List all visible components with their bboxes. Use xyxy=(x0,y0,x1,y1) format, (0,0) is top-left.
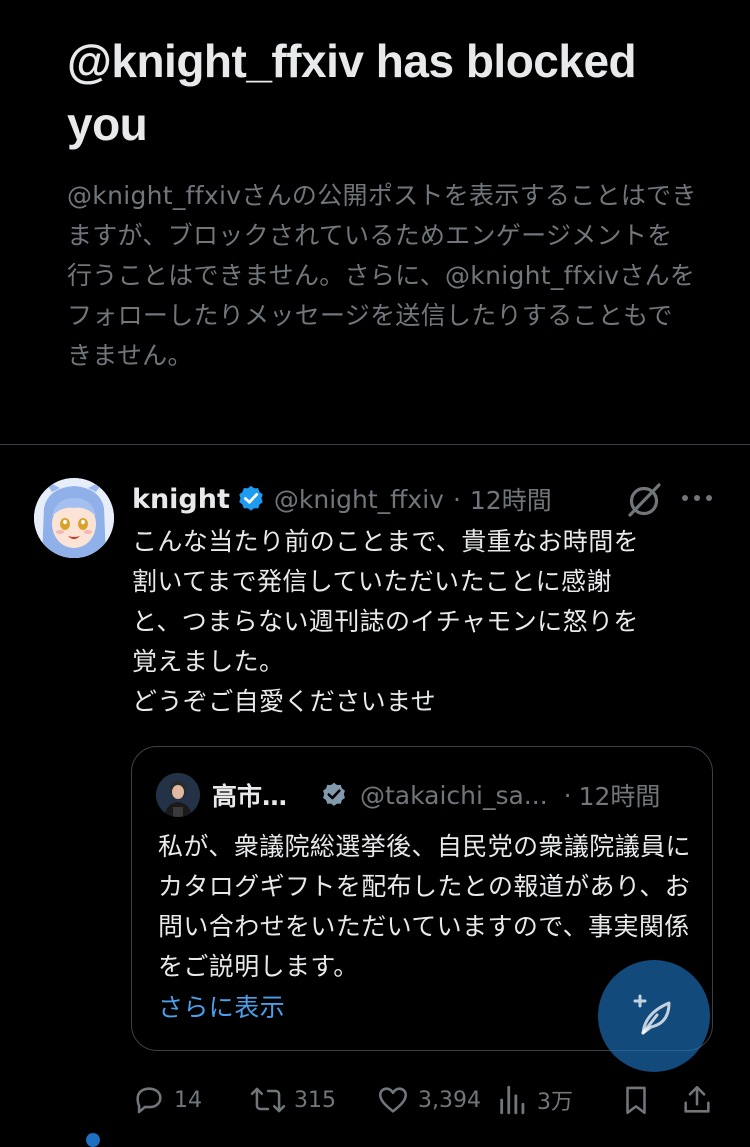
handle[interactable]: @knight_ffxiv xyxy=(274,485,444,514)
repost-count: 315 xyxy=(294,1087,336,1113)
show-more-link[interactable]: さらに表示 xyxy=(158,988,285,1028)
reply-button[interactable]: 14 xyxy=(132,1078,202,1122)
blocked-title: @knight_ffxiv has blocked you xyxy=(67,35,637,150)
views-icon xyxy=(500,1085,525,1115)
tweet-header: knight @knight_ffxiv · 12時間 xyxy=(132,478,552,520)
verified-badge-icon[interactable] xyxy=(236,484,266,514)
more-icon[interactable] xyxy=(680,486,714,510)
repost-button[interactable]: 315 xyxy=(250,1078,336,1122)
display-name[interactable]: knight xyxy=(132,484,230,515)
reply-icon xyxy=(136,1087,162,1114)
share-icon xyxy=(684,1085,710,1113)
quote-text: 私が、衆議院総選挙後、自民党の衆議院議員にカタログギフトを配布したとの報道があり… xyxy=(158,832,691,981)
bookmark-icon xyxy=(626,1086,646,1115)
repost-icon xyxy=(250,1087,286,1113)
quote-verified-badge-icon xyxy=(320,781,348,809)
tweet-actions: 14 315 3,394 3万 xyxy=(0,1078,750,1122)
grok-icon[interactable] xyxy=(624,480,664,520)
quote-display-name[interactable]: 高市… xyxy=(212,777,312,813)
separator-dot: · xyxy=(452,484,461,514)
views-count: 3万 xyxy=(537,1090,573,1115)
tweet-text: こんな当たり前のことまで、貴重なお時間を 割いてまで発信していただいたことに感謝… xyxy=(132,527,640,716)
timestamp[interactable]: 12時間 xyxy=(470,481,552,517)
quote-separator-dot: · xyxy=(563,780,572,810)
quote-handle[interactable]: @takaichi_sa... xyxy=(360,781,548,810)
bookmark-button[interactable] xyxy=(620,1078,652,1122)
like-button[interactable]: 3,394 xyxy=(376,1078,481,1122)
blocked-description: @knight_ffxivさんの公開ポストを表示することはできますが、ブロックさ… xyxy=(67,181,697,370)
quote-header: 高市… @takaichi_sa... · 12時間 xyxy=(156,773,660,817)
like-count: 3,394 xyxy=(418,1087,481,1113)
reply-count: 14 xyxy=(174,1087,202,1113)
blocked-notice: @knight_ffxiv has blocked you @knight_ff… xyxy=(67,30,697,376)
quote-avatar xyxy=(156,773,200,817)
share-button[interactable] xyxy=(680,1078,714,1122)
compose-icon xyxy=(633,994,671,1035)
avatar[interactable] xyxy=(34,478,114,558)
compose-button[interactable] xyxy=(598,960,710,1072)
views-button[interactable]: 3万 xyxy=(497,1078,573,1122)
heart-icon xyxy=(378,1087,408,1113)
quote-timestamp[interactable]: 12時間 xyxy=(579,777,661,813)
divider xyxy=(0,444,750,445)
